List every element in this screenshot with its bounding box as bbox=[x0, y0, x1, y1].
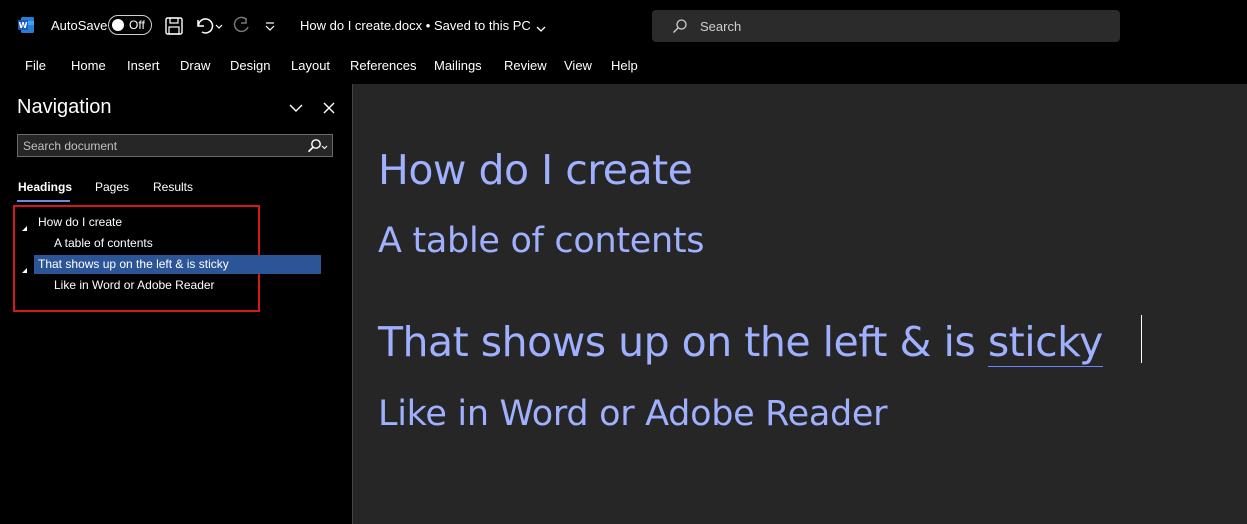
document-heading-2[interactable]: A table of contents bbox=[378, 221, 705, 261]
title-bar: W AutoSave Off How do I create.docx • Sa… bbox=[0, 0, 1247, 52]
document-canvas[interactable]: How do I create A table of contents That… bbox=[352, 84, 1247, 524]
nav-heading-item[interactable]: Like in Word or Adobe Reader bbox=[54, 276, 215, 295]
save-icon[interactable] bbox=[163, 15, 185, 37]
nav-heading-item[interactable]: A table of contents bbox=[54, 234, 153, 253]
tab-review[interactable]: Review bbox=[504, 58, 547, 73]
save-status: Saved to this PC bbox=[433, 18, 531, 33]
search-icon bbox=[673, 19, 687, 33]
tab-layout[interactable]: Layout bbox=[291, 58, 330, 73]
search-document-input[interactable] bbox=[23, 137, 293, 154]
tab-home[interactable]: Home bbox=[71, 58, 106, 73]
nav-heading-item-selected[interactable]: That shows up on the left & is sticky bbox=[34, 255, 321, 274]
close-icon[interactable] bbox=[321, 100, 337, 116]
toggle-knob bbox=[112, 19, 124, 31]
search-document-box[interactable] bbox=[17, 134, 333, 157]
word-icon: W bbox=[17, 16, 35, 34]
tab-results[interactable]: Results bbox=[153, 180, 193, 194]
tab-help[interactable]: Help bbox=[611, 58, 638, 73]
tab-mailings[interactable]: Mailings bbox=[434, 58, 482, 73]
tab-headings[interactable]: Headings bbox=[18, 180, 72, 194]
flagged-word[interactable]: sticky bbox=[987, 318, 1103, 367]
navigation-pane: Navigation Headings Pages Results How do… bbox=[0, 84, 352, 524]
navigation-title: Navigation bbox=[17, 96, 112, 118]
svg-text:W: W bbox=[19, 21, 28, 30]
nav-heading-item[interactable]: How do I create bbox=[34, 213, 122, 232]
chevron-down-icon bbox=[534, 22, 548, 32]
document-heading-1[interactable]: That shows up on the left & is sticky bbox=[378, 318, 1103, 367]
undo-dropdown-icon[interactable] bbox=[213, 15, 225, 37]
ribbon-tabs: File Home Insert Draw Design Layout Refe… bbox=[0, 52, 1247, 84]
chevron-down-icon[interactable] bbox=[288, 100, 304, 116]
search-options-icon[interactable] bbox=[303, 138, 329, 153]
autosave-toggle[interactable]: Off bbox=[108, 15, 152, 35]
tab-view[interactable]: View bbox=[564, 58, 592, 73]
customize-toolbar-icon[interactable] bbox=[262, 15, 278, 37]
tab-references[interactable]: References bbox=[350, 58, 416, 73]
tab-draw[interactable]: Draw bbox=[180, 58, 210, 73]
search-input[interactable] bbox=[700, 16, 1100, 36]
search-box[interactable] bbox=[652, 10, 1120, 42]
document-heading-2[interactable]: Like in Word or Adobe Reader bbox=[378, 394, 888, 434]
document-heading-1[interactable]: How do I create bbox=[378, 146, 693, 194]
text-cursor bbox=[1141, 315, 1142, 363]
heading-text: That shows up on the left & is bbox=[378, 318, 988, 366]
autosave-state: Off bbox=[129, 18, 145, 32]
document-title[interactable]: How do I create.docx • Saved to this PC bbox=[300, 18, 548, 33]
autosave-label: AutoSave bbox=[51, 18, 108, 33]
tab-file[interactable]: File bbox=[25, 58, 46, 73]
tab-insert[interactable]: Insert bbox=[127, 58, 160, 73]
title-separator: • bbox=[425, 18, 431, 33]
tab-pages[interactable]: Pages bbox=[95, 180, 129, 194]
expand-arrow-icon[interactable] bbox=[21, 261, 28, 273]
doc-name: How do I create.docx bbox=[300, 18, 423, 33]
expand-arrow-icon[interactable] bbox=[21, 219, 28, 231]
tab-design[interactable]: Design bbox=[230, 58, 270, 73]
active-tab-indicator bbox=[17, 200, 70, 202]
redo-icon[interactable] bbox=[230, 15, 252, 37]
undo-icon[interactable] bbox=[193, 15, 215, 37]
